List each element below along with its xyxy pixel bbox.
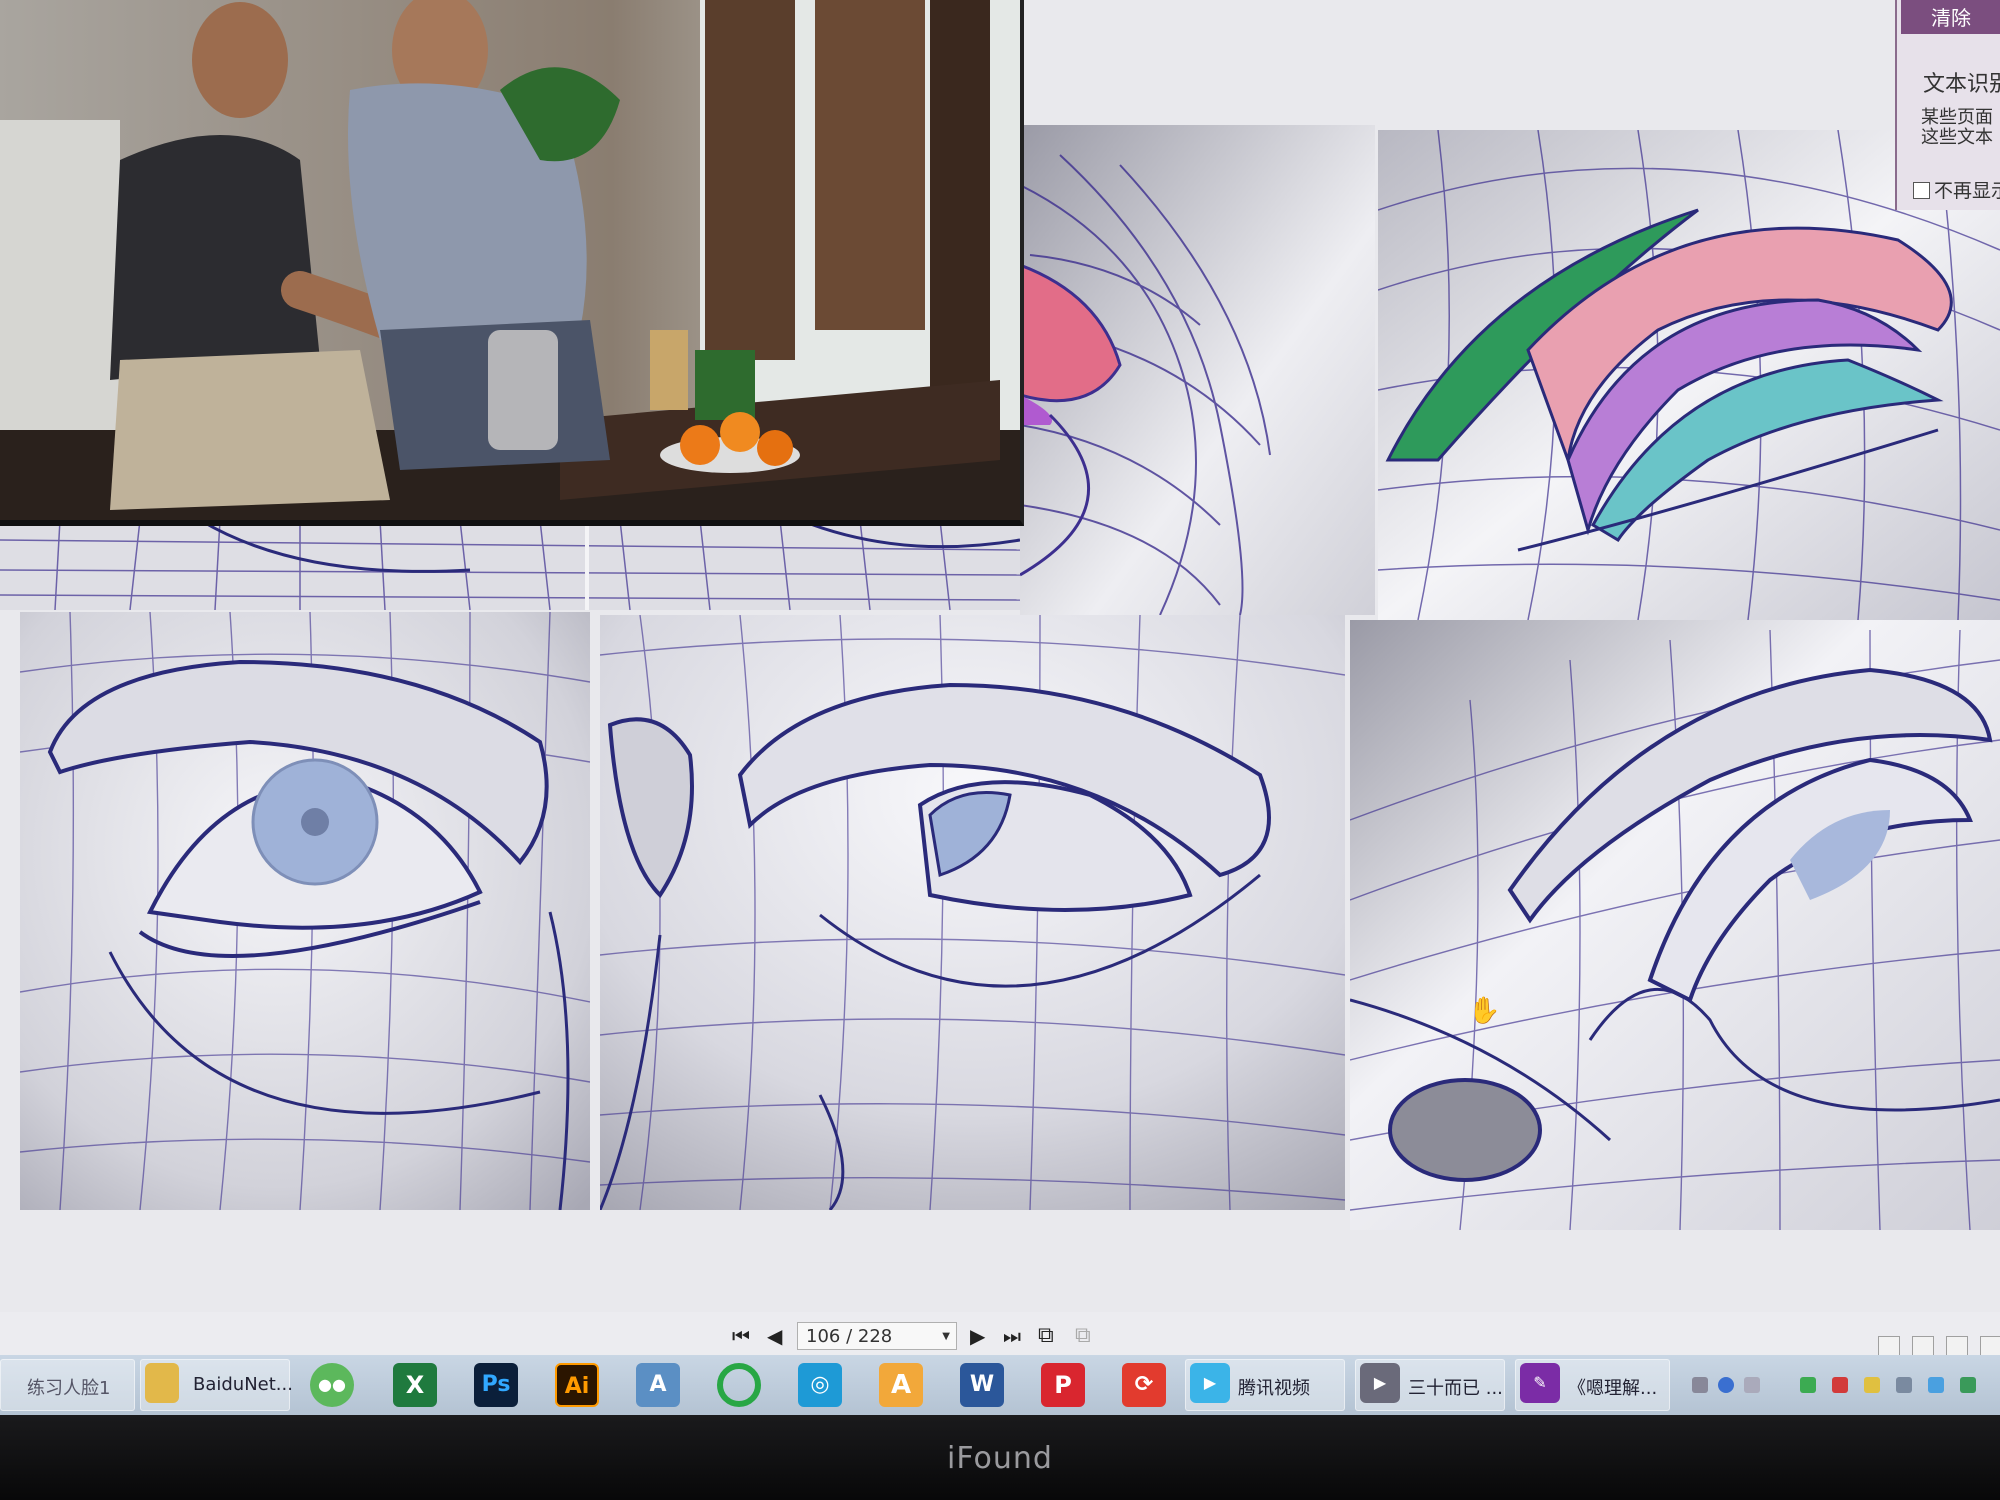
taskbar-item-baidunet[interactable]: BaiduNet...: [140, 1359, 293, 1411]
taskbar-item-tencent-video[interactable]: ▶ 腾讯视频: [1185, 1359, 1345, 1411]
prev-page-icon[interactable]: ◀: [767, 1324, 782, 1348]
do-not-show-checkbox[interactable]: [1913, 182, 1930, 199]
red-app-icon[interactable]: ⟳: [1122, 1363, 1166, 1407]
photoshop-label: Ps: [481, 1372, 511, 1397]
windows-taskbar: 练习人脸1 BaiduNet... ●● X Ps Ai A ◎ A W P ⟳…: [0, 1355, 2000, 1415]
monitor-brand-logo: iFound: [947, 1441, 1053, 1476]
chevron-down-icon[interactable]: ▼: [942, 1323, 950, 1351]
network-icon[interactable]: [1928, 1377, 1944, 1393]
description-line-2: 这些文本: [1921, 127, 1993, 148]
page-number-value: 106 / 228: [806, 1326, 893, 1347]
hand-cursor-icon: ✋: [1468, 996, 1501, 1026]
rotate-page-icon[interactable]: ⧉: [1075, 1324, 1091, 1348]
last-page-icon[interactable]: ⏭: [1003, 1324, 1021, 1348]
tray-icon-6[interactable]: [1864, 1377, 1880, 1393]
do-not-show-label: 不再显示: [1934, 180, 2000, 202]
tray-icon-3[interactable]: [1744, 1377, 1760, 1393]
taskbar-label: 练习人脸1: [27, 1378, 111, 1399]
browser-icon[interactable]: ◎: [798, 1363, 842, 1407]
monitor-bezel: iFound: [0, 1415, 2000, 1500]
text-tool-icon[interactable]: A: [636, 1363, 680, 1407]
taskbar-label: 《嗯理解...: [1568, 1378, 1658, 1399]
folder-icon: [145, 1363, 179, 1403]
reference-image-eye-three-quarter: [600, 615, 1345, 1210]
fit-page-icon[interactable]: ⧉: [1038, 1324, 1054, 1348]
next-page-icon[interactable]: ▶: [970, 1324, 985, 1348]
reader-icon: ✎: [1520, 1363, 1560, 1403]
taskbar-label: 三十而已 ...: [1408, 1378, 1503, 1399]
page-number-input[interactable]: 106 / 228 ▼: [797, 1322, 957, 1350]
photoshop-icon[interactable]: Ps: [474, 1363, 518, 1407]
qihoo-icon[interactable]: [717, 1363, 761, 1407]
a-app-icon[interactable]: A: [879, 1363, 923, 1407]
text-recognition-description: 某些页面 这些文本: [1921, 108, 1993, 148]
text-recognition-title: 文本识别: [1923, 72, 2000, 97]
help-icon[interactable]: [1718, 1377, 1734, 1393]
illustrator-icon[interactable]: Ai: [555, 1363, 599, 1407]
reference-image-strip: [0, 520, 1020, 610]
shield-icon[interactable]: [1960, 1377, 1976, 1393]
text-recognition-popup: 清除 文本识别 某些页面 这些文本 不再显示: [1895, 0, 2000, 210]
battery-icon[interactable]: [1800, 1377, 1816, 1393]
reference-image-nose-closeup: [1020, 125, 1375, 615]
screen: 清除 文本识别 某些页面 这些文本 不再显示 ✋ ⏮ ◀ 106 / 228 ▼…: [0, 0, 2000, 1415]
do-not-show-option[interactable]: 不再显示: [1913, 176, 2000, 203]
clear-button[interactable]: 清除: [1901, 0, 2000, 34]
security-icon[interactable]: [1832, 1377, 1848, 1393]
taskbar-item-video-player[interactable]: ▶ 三十而已 ...: [1355, 1359, 1505, 1411]
tencent-video-icon: ▶: [1190, 1363, 1230, 1403]
video-player-icon: ▶: [1360, 1363, 1400, 1403]
taskbar-label: BaiduNet...: [193, 1374, 293, 1395]
description-line-1: 某些页面: [1921, 107, 1993, 128]
taskbar-label: 腾讯视频: [1238, 1378, 1310, 1399]
taskbar-item-reader[interactable]: ✎ 《嗯理解...: [1515, 1359, 1670, 1411]
word-icon[interactable]: W: [960, 1363, 1004, 1407]
p-app-icon[interactable]: P: [1041, 1363, 1085, 1407]
volume-icon[interactable]: [1896, 1377, 1912, 1393]
tray-icon-1[interactable]: [1692, 1377, 1708, 1393]
reference-image-eye-front: [20, 612, 590, 1210]
taskbar-item-folder-face[interactable]: 练习人脸1: [0, 1359, 135, 1411]
video-player-window[interactable]: [0, 0, 1024, 526]
reference-image-eye-profile: [1350, 620, 2000, 1230]
illustrator-label: Ai: [564, 1374, 590, 1399]
excel-icon[interactable]: X: [393, 1363, 437, 1407]
wechat-icon[interactable]: ●●: [310, 1363, 354, 1407]
first-page-icon[interactable]: ⏮: [732, 1324, 750, 1348]
